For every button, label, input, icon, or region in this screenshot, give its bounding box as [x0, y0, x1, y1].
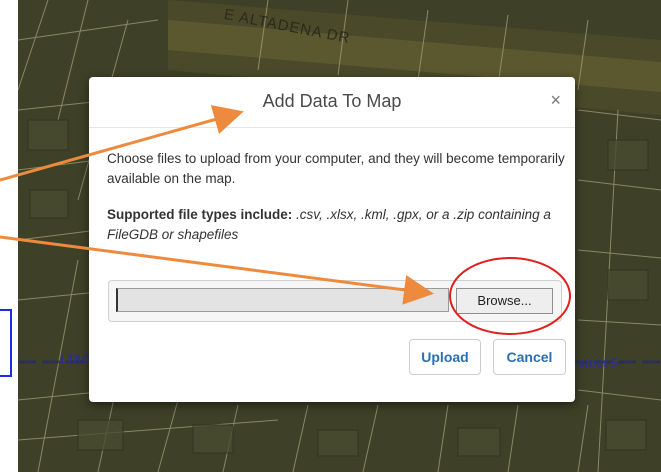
- supported-types-text: Supported file types include: .csv, .xls…: [107, 205, 565, 245]
- cancel-button[interactable]: Cancel: [493, 339, 566, 375]
- dialog-title: Add Data To Map: [262, 91, 402, 111]
- browse-button[interactable]: Browse...: [456, 288, 553, 314]
- add-data-dialog: Add Data To Map × Choose files to upload…: [89, 77, 575, 402]
- file-input-group: Browse...: [108, 280, 562, 322]
- district-label-right: strict 5-: [578, 356, 622, 370]
- supported-types-label: Supported file types include:: [107, 207, 293, 222]
- upload-button[interactable]: Upload: [409, 339, 481, 375]
- dialog-header: Add Data To Map ×: [89, 77, 575, 128]
- file-path-input[interactable]: [116, 288, 449, 312]
- dialog-body: Choose files to upload from your compute…: [107, 149, 565, 245]
- annotation-blue-box: [0, 309, 12, 377]
- close-icon[interactable]: ×: [550, 90, 561, 111]
- screenshot-stage: E ALTADENA DR LTADEN strict 5- Add Data …: [0, 0, 661, 472]
- dialog-description: Choose files to upload from your compute…: [107, 151, 565, 186]
